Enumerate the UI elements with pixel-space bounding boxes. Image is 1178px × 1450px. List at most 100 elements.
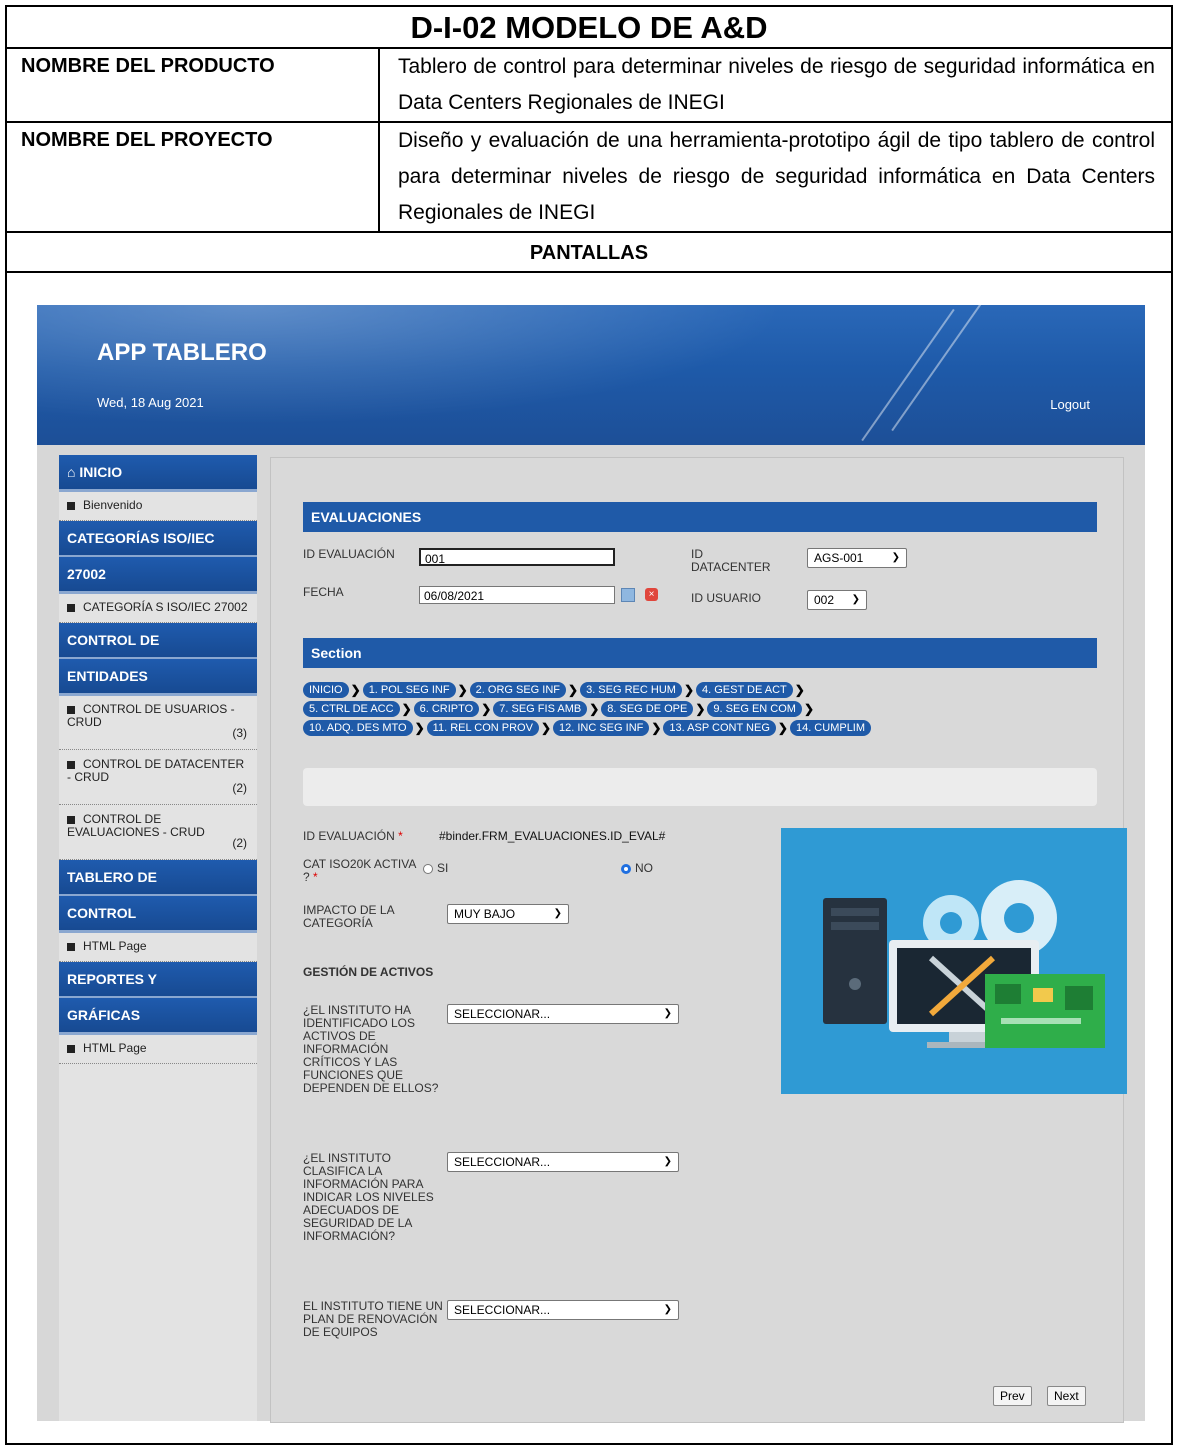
crumb-tab[interactable]: 4. GEST DE ACT [696,681,793,698]
arrow-icon: ❯ [695,701,706,716]
crumb-tab[interactable]: 11. REL CON PROV [426,719,539,736]
sidebar-header-categorias[interactable]: CATEGORÍAS ISO/IEC [59,521,257,555]
calendar-icon[interactable] [621,588,635,602]
impacto-select[interactable]: MUY BAJO ❯ [447,904,569,924]
crumb-line: 10. ADQ. DES MTO ❯ 11. REL CON PROV ❯ 12. IN… [303,719,1043,737]
sidebar-header-graficas[interactable]: GRÁFICAS [59,998,257,1032]
chevron-down-icon: ❯ [663,1156,672,1167]
sidebar-header-reportes[interactable]: REPORTES Y [59,962,257,996]
crumb-tab[interactable]: 5. CTRL DE ACC [303,700,400,717]
illustration-graphic [781,828,1127,1094]
sidebar-header-inicio[interactable]: ⌂ INICIO [59,455,257,489]
id-usuario-label: ID USUARIO [691,591,762,605]
crumb-tab[interactable]: 1. POL SEG INF [362,681,456,698]
sidebar-item-count: (2) [232,781,247,795]
crumb-tab[interactable]: 12. INC SEG INF [553,719,650,736]
cat-activa-label: CAT ISO20K ACTIVA ? * [303,858,419,884]
sidebar-header-tablero[interactable]: TABLERO DE [59,860,257,894]
sidebar-item-label: CATEGORÍA S ISO/IEC 27002 [83,600,248,614]
next-button[interactable]: Next [1047,1386,1086,1406]
sidebar-item-tablero-html[interactable]: HTML Page [59,932,257,962]
section-breadcrumbs: INICIO ❯ 1. POL SEG INF ❯ 2. ORG SEG INF ❯ 3. … [303,681,1043,738]
id-eval-input[interactable]: 001 [419,548,615,566]
computer-settings-illustration [781,828,1127,1094]
crumb-tab[interactable]: 7. SEG FIS AMB [493,700,588,717]
crumb-tab[interactable]: 6. CRIPTO [413,700,480,717]
bullet-icon [67,1044,75,1053]
radio-no[interactable]: NO [621,862,653,875]
arrow-icon: ❯ [401,701,412,716]
sidebar-header-entidades[interactable]: ENTIDADES [59,659,257,693]
chevron-down-icon: ❯ [553,908,562,919]
sidebar-item-label: Bienvenido [83,498,143,512]
bullet-icon [67,815,75,824]
chevron-down-icon: ❯ [851,594,860,605]
select-value: 002 [814,593,835,607]
question-2-label: ¿EL INSTITUTO CLASIFICA LA INFORMACIÓN P… [303,1151,434,1243]
radio-icon [423,863,433,874]
select-value: SELECCIONAR... [454,1007,551,1021]
crumb-tab[interactable]: 13. ASP CONT NEG [663,719,776,736]
arrow-icon: ❯ [651,720,662,735]
sidebar-header-tablero-2[interactable]: CONTROL [59,896,257,930]
crumb-line: INICIO ❯ 1. POL SEG INF ❯ 2. ORG SEG INF ❯ 3. … [303,681,1043,699]
crumb-tab[interactable]: 2. ORG SEG INF [469,681,567,698]
fecha-label: FECHA [303,585,344,599]
sidebar-header-categorias-2[interactable]: 27002 [59,557,257,591]
sidebar-item-bienvenido[interactable]: Bienvenido [59,491,257,521]
arrow-icon: ❯ [457,682,468,697]
arrow-icon: ❯ [683,682,694,697]
header-decor-line [891,305,985,432]
crumb-tab[interactable]: 3. SEG REC HUM [580,681,682,698]
id-usuario-select[interactable]: 002 ❯ [807,590,867,610]
sidebar-item-label: HTML Page [83,939,147,953]
required-marker: * [398,829,403,843]
project-value: Diseño y evaluación de una herramienta-p… [398,129,1155,224]
crumb-tab[interactable]: 10. ADQ. DES MTO [303,719,413,736]
main-panel: EVALUACIONES ID EVALUACIÓN 001 ID DATACE… [270,457,1127,1423]
crumb-tab[interactable]: 9. SEG EN COM [707,700,802,717]
question-2-select[interactable]: SELECCIONAR... ❯ [447,1152,679,1172]
document-title: D-I-02 MODELO DE A&D [7,7,1171,49]
gestion-title: GESTIÓN DE ACTIVOS [303,965,434,979]
sidebar-item-datacenter[interactable]: CONTROL DE DATACENTER - CRUD (2) [59,750,257,805]
clear-icon[interactable]: × [645,588,658,601]
crumb-tab[interactable]: INICIO [303,681,349,698]
radio-si[interactable]: SI [423,862,448,875]
project-label: NOMBRE DEL PROYECTO [7,123,380,231]
radio-label: SI [437,861,449,875]
question-3-select[interactable]: SELECCIONAR... ❯ [447,1300,679,1320]
sidebar-item-evaluaciones[interactable]: CONTROL DE EVALUACIONES - CRUD (2) [59,805,257,860]
logout-link[interactable]: Logout [1050,397,1090,412]
sidebar-header-label: INICIO [79,464,123,480]
prev-button[interactable]: Prev [993,1386,1032,1406]
crumb-tab[interactable]: 8. SEG DE OPE [601,700,694,717]
arrow-icon: ❯ [589,701,600,716]
radio-selected-icon [621,863,631,874]
select-value: AGS-001 [814,551,864,565]
app-screenshot: APP TABLERO Wed, 18 Aug 2021 Logout ⌂ IN… [37,305,1145,1423]
sidebar-item-reportes-html[interactable]: HTML Page [59,1034,257,1064]
arrow-icon: ❯ [794,682,805,697]
crumb-line: 5. CTRL DE ACC ❯ 6. CRIPTO ❯ 7. SEG FIS AMB ❯… [303,700,1043,718]
sidebar-header-control[interactable]: CONTROL DE [59,623,257,657]
sidebar-item-count: (2) [232,836,247,850]
id-eval2-label: ID EVALUACIÓN * [303,830,403,843]
radio-label: NO [635,861,653,875]
crumb-tab[interactable]: 14. CUMPLIM [789,719,872,736]
section-bar-section: Section [303,638,1097,668]
question-1-select[interactable]: SELECCIONAR... ❯ [447,1004,679,1024]
sidebar-item-categorias[interactable]: CATEGORÍA S ISO/IEC 27002 [59,593,257,623]
section-bar-evaluaciones: EVALUACIONES [303,502,1097,532]
id-datacenter-select[interactable]: AGS-001 ❯ [807,548,907,568]
label-text: CAT ISO20K ACTIVA ? [303,857,416,884]
id-eval2-value: #binder.FRM_EVALUACIONES.ID_EVAL# [439,829,666,843]
fecha-input[interactable]: 06/08/2021 [419,586,615,604]
sidebar-item-label: HTML Page [83,1041,147,1055]
impacto-label: IMPACTO DE LA CATEGORÍA [303,903,394,930]
id-datacenter-label: ID DATACENTER [691,547,771,574]
question-1-label: ¿EL INSTITUTO HA IDENTIFICADO LOS ACTIVO… [303,1003,439,1095]
chevron-down-icon: ❯ [663,1008,672,1019]
arrow-icon: ❯ [481,701,492,716]
sidebar-item-usuarios[interactable]: CONTROL DE USUARIOS - CRUD (3) [59,695,257,750]
